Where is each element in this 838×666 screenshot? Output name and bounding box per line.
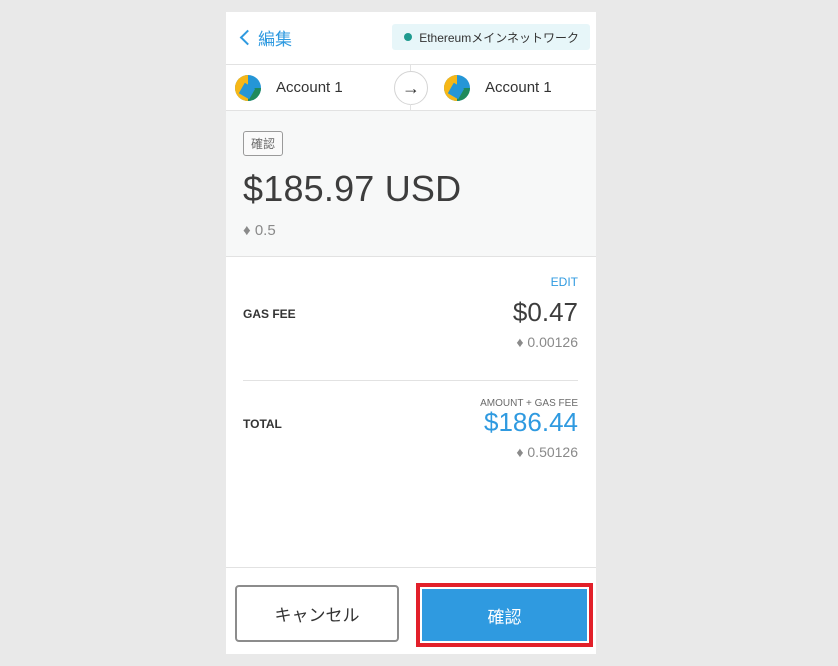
amount-usd: $185.97 USD [243, 168, 462, 209]
confirm-button[interactable]: 確認 [422, 589, 587, 641]
chevron-left-icon [239, 29, 256, 46]
header: 編集 Ethereumメインネットワーク [226, 12, 596, 65]
sender-account-name: Account 1 [276, 79, 343, 96]
gas-fee-eth: ♦ 0.00126 [516, 334, 578, 350]
confirm-highlight-frame: 確認 [416, 583, 593, 647]
sender-avatar-icon [235, 74, 261, 101]
edit-back-button[interactable]: 編集 [239, 24, 292, 50]
total-label: TOTAL [243, 417, 282, 431]
amount-eth: ♦ 0.5 [243, 222, 276, 239]
edit-gas-button[interactable]: EDIT [551, 275, 578, 289]
status-badge: 確認 [243, 131, 284, 156]
network-label: Ethereumメインネットワーク [419, 30, 579, 45]
recipient-account-name: Account 1 [485, 79, 552, 96]
sender-account: Account 1 [235, 65, 343, 110]
network-status-dot-icon [404, 33, 413, 41]
gas-fee-usd: $0.47 [512, 297, 578, 327]
arrow-right-icon: → [394, 71, 428, 105]
recipient-avatar-icon [444, 74, 470, 101]
total-usd: $186.44 [484, 407, 578, 437]
divider [243, 380, 578, 381]
gas-fee-label: GAS FEE [243, 307, 296, 321]
accounts-row: Account 1 → Account 1 [226, 65, 596, 111]
network-selector[interactable]: Ethereumメインネットワーク [392, 24, 590, 50]
total-eth: ♦ 0.50126 [516, 444, 578, 460]
recipient-account: Account 1 [444, 65, 552, 110]
confirm-transaction-panel: 編集 Ethereumメインネットワーク Account 1 → Account… [226, 12, 596, 654]
cancel-button[interactable]: キャンセル [235, 585, 399, 642]
back-label: 編集 [258, 29, 292, 49]
divider [410, 104, 411, 110]
transaction-summary: 確認 $185.97 USD ♦ 0.5 [226, 111, 596, 257]
footer-actions: キャンセル 確認 [226, 567, 596, 655]
